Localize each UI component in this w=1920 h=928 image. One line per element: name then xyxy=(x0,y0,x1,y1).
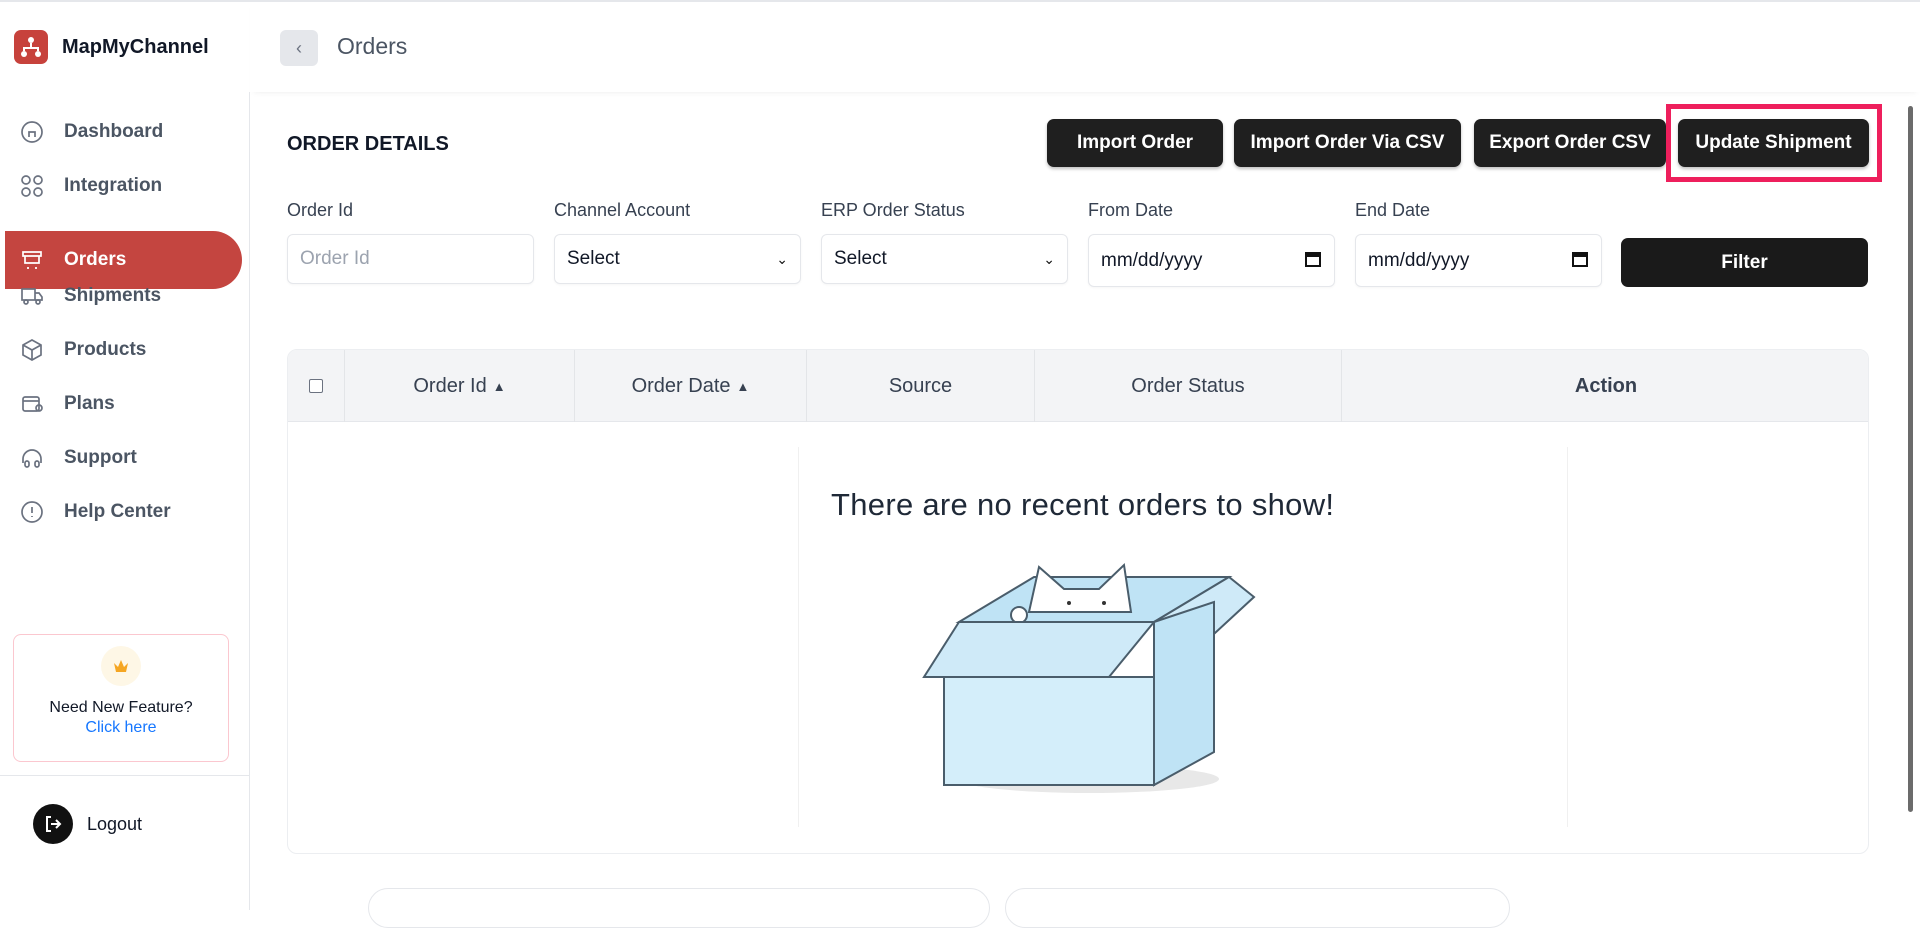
faq-pill[interactable] xyxy=(368,888,990,928)
order-id-input[interactable]: Order Id xyxy=(287,234,534,284)
brand-logo-icon xyxy=(14,30,48,64)
empty-state-message: There are no recent orders to show! xyxy=(831,487,1335,522)
channel-account-label: Channel Account xyxy=(554,200,691,220)
logout-button[interactable]: Logout xyxy=(33,804,142,844)
section-title: ORDER DETAILS xyxy=(287,133,449,155)
sidebar-item-shipments[interactable]: Shipments xyxy=(5,267,242,325)
column-header-label: Source xyxy=(888,374,953,397)
sidebar-item-products[interactable]: Products xyxy=(5,321,242,379)
sort-icon: ▲︎ xyxy=(492,378,506,394)
sidebar-item-label: Products xyxy=(64,339,147,360)
crown-icon xyxy=(101,646,141,686)
column-order-status: Order Status xyxy=(1035,350,1342,422)
feature-title: Need New Feature? xyxy=(49,699,193,716)
sidebar-item-support[interactable]: Support xyxy=(5,429,242,487)
from-date-input[interactable]: mm/dd/yyyy xyxy=(1088,234,1335,287)
feature-request-card: Need New Feature? Click here xyxy=(13,634,229,762)
order-id-label: Order Id xyxy=(287,200,354,220)
box-icon xyxy=(22,339,42,361)
order-id-placeholder: Order Id xyxy=(300,248,370,269)
sort-icon: ▲︎ xyxy=(736,378,750,394)
chevron-down-icon: ⌄ xyxy=(776,251,788,267)
grid-icon xyxy=(21,175,43,197)
sidebar-item-integration[interactable]: Integration xyxy=(5,157,242,215)
sidebar: Dashboard Integration Orders Shipments P… xyxy=(0,92,250,910)
calendar-icon[interactable] xyxy=(1304,250,1322,268)
page-title: Orders xyxy=(337,33,408,59)
scrollbar-thumb[interactable] xyxy=(1908,106,1913,812)
sidebar-divider xyxy=(0,775,249,776)
brand[interactable]: MapMyChannel xyxy=(14,30,209,64)
end-date-label: End Date xyxy=(1355,200,1431,220)
faq-pill[interactable] xyxy=(1005,888,1510,928)
filter-button[interactable]: Filter xyxy=(1621,238,1868,287)
scrollbar[interactable] xyxy=(1906,92,1914,822)
sidebar-item-label: Shipments xyxy=(64,285,162,306)
end-date-value: mm/dd/yyyy xyxy=(1368,249,1470,271)
import-order-csv-button[interactable]: Import Order Via CSV xyxy=(1234,119,1461,167)
sidebar-item-label: Help Center xyxy=(64,501,171,522)
logout-icon xyxy=(33,804,73,844)
column-source: Source xyxy=(807,350,1035,422)
highlight-box xyxy=(1666,104,1882,182)
logout-label: Logout xyxy=(87,813,143,834)
truck-icon xyxy=(21,288,43,305)
empty-state: There are no recent orders to show! xyxy=(798,447,1568,827)
column-action: Action xyxy=(1342,350,1868,422)
calendar-icon[interactable] xyxy=(1571,250,1589,268)
sidebar-item-plans[interactable]: Plans xyxy=(5,375,242,433)
from-date-value: mm/dd/yyyy xyxy=(1101,249,1203,271)
back-button[interactable]: ‹ xyxy=(280,30,318,66)
chevron-down-icon: ⌄ xyxy=(1043,251,1055,267)
from-date-label: From Date xyxy=(1088,200,1174,220)
column-header-label: Order Date xyxy=(631,374,731,397)
wallet-icon xyxy=(22,396,43,412)
orders-table: Order Id ▲︎ Order Date ▲︎ Source Order S… xyxy=(287,349,1869,854)
column-header-label: Order Id xyxy=(413,374,487,397)
sidebar-item-label: Integration xyxy=(64,175,163,196)
channel-account-value: Select xyxy=(567,248,620,269)
column-order-date[interactable]: Order Date ▲︎ xyxy=(575,350,807,422)
info-icon xyxy=(21,501,43,523)
sidebar-item-label: Plans xyxy=(64,393,115,414)
channel-account-select[interactable]: Select ⌄ xyxy=(554,234,801,284)
end-date-input[interactable]: mm/dd/yyyy xyxy=(1355,234,1602,287)
chevron-left-icon: ‹ xyxy=(296,37,302,58)
sidebar-item-label: Support xyxy=(64,447,137,468)
export-order-csv-button[interactable]: Export Order CSV xyxy=(1474,119,1666,167)
sidebar-item-label: Dashboard xyxy=(64,121,164,142)
column-header-label: Action xyxy=(1574,374,1638,397)
column-order-id[interactable]: Order Id ▲︎ xyxy=(345,350,575,422)
erp-order-status-label: ERP Order Status xyxy=(821,200,965,220)
brand-name: MapMyChannel xyxy=(62,35,209,58)
page-header: ‹ Orders xyxy=(250,0,1920,92)
headphones-icon xyxy=(22,449,42,468)
feature-request-link[interactable]: Click here xyxy=(14,719,228,737)
sidebar-item-dashboard[interactable]: Dashboard xyxy=(5,103,242,161)
column-header-label: Order Status xyxy=(1131,374,1245,397)
select-all-checkbox[interactable] xyxy=(309,379,323,393)
import-order-button[interactable]: Import Order xyxy=(1047,119,1223,167)
table-header: Order Id ▲︎ Order Date ▲︎ Source Order S… xyxy=(288,350,1868,422)
cat-in-box-illustration xyxy=(922,562,1256,793)
select-all-cell xyxy=(288,350,345,422)
erp-order-status-select[interactable]: Select ⌄ xyxy=(821,234,1068,284)
erp-order-status-value: Select xyxy=(834,248,887,269)
sidebar-item-help-center[interactable]: Help Center xyxy=(5,483,242,541)
home-icon xyxy=(21,121,43,143)
